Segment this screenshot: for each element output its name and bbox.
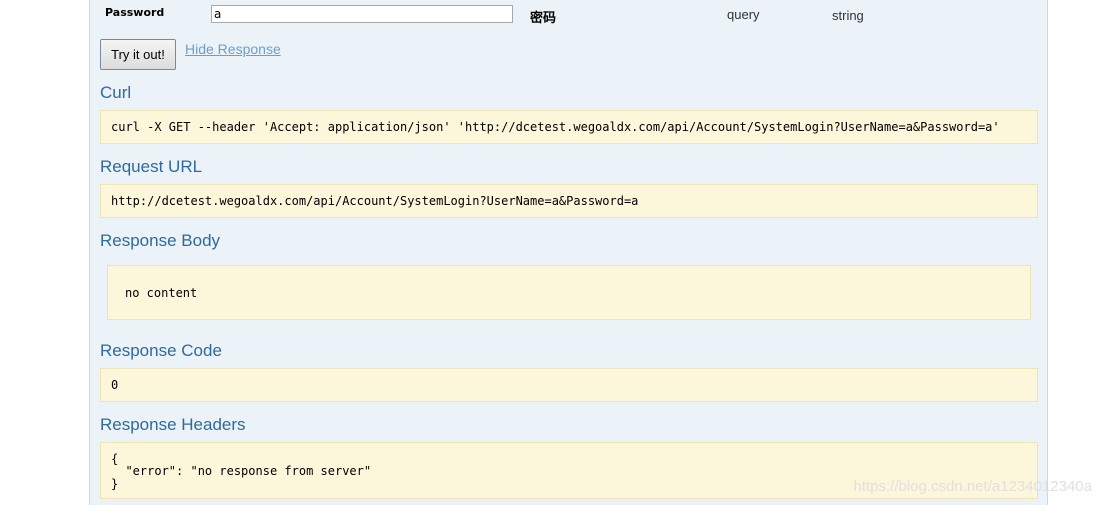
operation-panel: Password 密码 query string Try it out! Hid…	[89, 0, 1048, 505]
response-code-block: 0	[100, 368, 1038, 402]
response-code-text: 0	[111, 378, 119, 392]
try-it-out-button[interactable]: Try it out!	[100, 39, 176, 70]
request-url-block: http://dcetest.wegoaldx.com/api/Account/…	[100, 184, 1038, 218]
curl-title: Curl	[100, 83, 132, 102]
response-body-title: Response Body	[100, 231, 221, 250]
hide-response-link[interactable]: Hide Response	[185, 41, 281, 57]
parameter-description: 密码	[530, 10, 557, 25]
password-input[interactable]	[211, 5, 513, 23]
parameter-data-type: string	[832, 8, 864, 23]
response-body-text: no content	[125, 286, 198, 300]
parameter-row-password: Password 密码 query string	[90, 0, 1047, 30]
response-body-block: no content	[107, 265, 1031, 320]
response-headers-title: Response Headers	[100, 415, 246, 434]
request-url-title: Request URL	[100, 157, 203, 176]
response-headers-line-3: }	[111, 477, 119, 491]
watermark: https://blog.csdn.net/a1234012340a	[853, 478, 1092, 495]
curl-command: curl -X GET --header 'Accept: applicatio…	[111, 120, 1000, 134]
curl-block: curl -X GET --header 'Accept: applicatio…	[100, 110, 1038, 144]
response-code-title: Response Code	[100, 341, 222, 360]
response-headers-line-2: "error": "no response from server"	[111, 464, 372, 478]
parameter-name: Password	[105, 6, 165, 19]
parameter-type: query	[727, 7, 760, 22]
request-url-text: http://dcetest.wegoaldx.com/api/Account/…	[111, 194, 639, 208]
